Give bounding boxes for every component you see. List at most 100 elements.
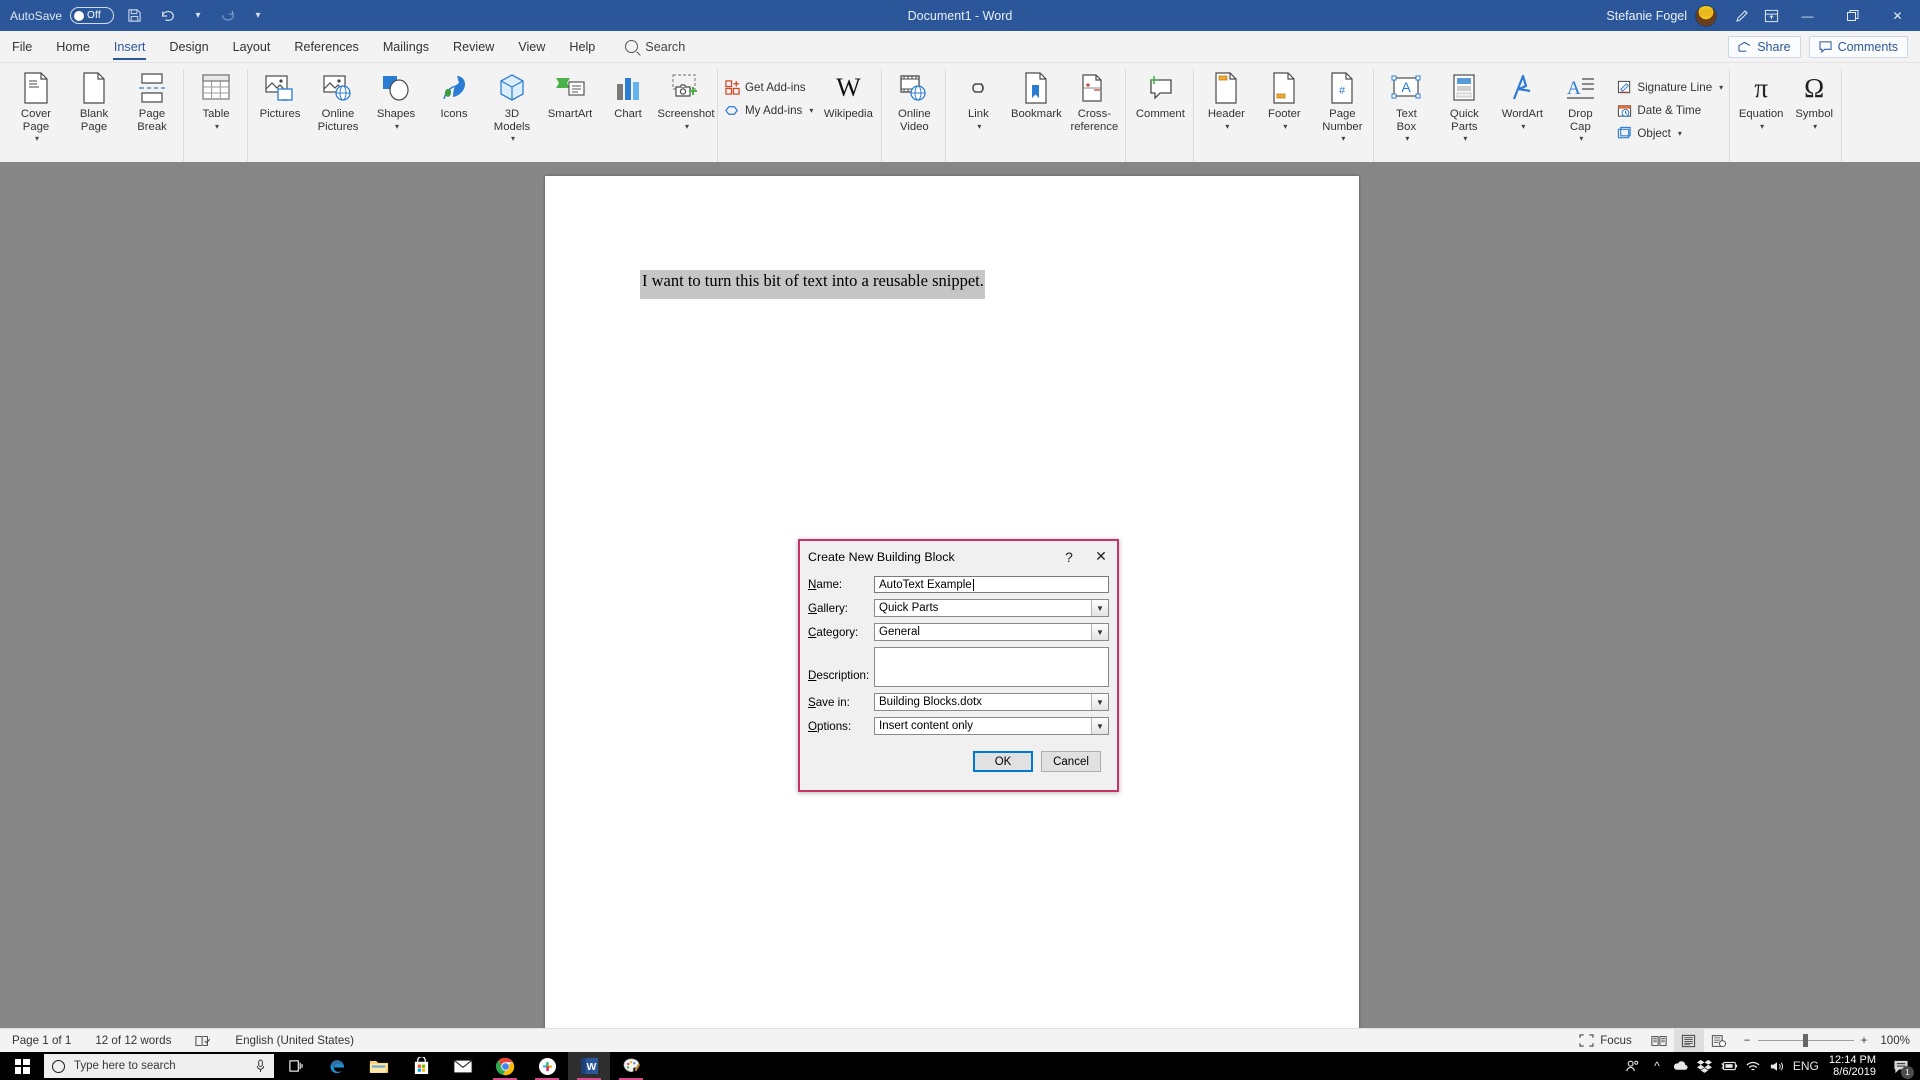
table-button[interactable]: Table ▾ bbox=[187, 68, 245, 135]
mail-icon[interactable] bbox=[442, 1052, 484, 1080]
autosave-toggle[interactable]: Off bbox=[70, 7, 115, 24]
chart-button[interactable]: Chart bbox=[599, 68, 657, 123]
chevron-down-icon[interactable]: ▾ bbox=[215, 121, 219, 134]
tab-layout[interactable]: Layout bbox=[221, 31, 283, 62]
online-video-button[interactable]: Online Video bbox=[885, 68, 943, 135]
3d-models-button[interactable]: 3D Models ▾ bbox=[483, 68, 541, 148]
notification-center-button[interactable]: 1 bbox=[1886, 1052, 1916, 1080]
bookmark-button[interactable]: Bookmark bbox=[1007, 68, 1065, 123]
microsoft-store-icon[interactable] bbox=[400, 1052, 442, 1080]
chevron-down-icon[interactable]: ▼ bbox=[1091, 600, 1108, 616]
object-button[interactable]: Object ▾ bbox=[1613, 122, 1727, 145]
chevron-down-icon[interactable]: ▾ bbox=[1225, 121, 1229, 134]
chevron-down-icon[interactable]: ▾ bbox=[809, 106, 813, 115]
page-break-button[interactable]: Page Break bbox=[123, 68, 181, 135]
search-input[interactable]: Search bbox=[607, 31, 685, 62]
dialog-help-button[interactable]: ? bbox=[1053, 542, 1085, 572]
chevron-down-icon[interactable]: ▾ bbox=[1341, 133, 1345, 146]
chevron-down-icon[interactable]: ▾ bbox=[1678, 129, 1682, 138]
edge-icon[interactable] bbox=[316, 1052, 358, 1080]
chrome-icon[interactable] bbox=[484, 1052, 526, 1080]
document-selected-text[interactable]: I want to turn this bit of text into a r… bbox=[640, 270, 985, 299]
chevron-down-icon[interactable]: ▼ bbox=[1091, 694, 1108, 710]
web-layout-icon[interactable] bbox=[1704, 1029, 1734, 1053]
ribbon-display-options-icon[interactable] bbox=[1757, 3, 1785, 29]
customize-quick-access-icon[interactable]: ▾ bbox=[248, 3, 268, 29]
icons-button[interactable]: Icons bbox=[425, 68, 483, 123]
signature-line-button[interactable]: Signature Line ▾ bbox=[1613, 76, 1727, 99]
chevron-down-icon[interactable]: ▾ bbox=[1813, 121, 1817, 134]
people-icon[interactable] bbox=[1621, 1052, 1645, 1080]
file-explorer-icon[interactable] bbox=[358, 1052, 400, 1080]
chevron-down-icon[interactable]: ▾ bbox=[1463, 133, 1467, 146]
gallery-select[interactable]: Quick Parts ▼ bbox=[874, 599, 1109, 617]
chevron-down-icon[interactable]: ▾ bbox=[395, 121, 399, 134]
minimize-button[interactable]: — bbox=[1785, 0, 1830, 31]
tab-insert[interactable]: Insert bbox=[102, 31, 158, 62]
smartart-button[interactable]: SmartArt bbox=[541, 68, 599, 123]
chevron-down-icon[interactable]: ▾ bbox=[1283, 121, 1287, 134]
language-indicator[interactable]: English (United States) bbox=[223, 1029, 366, 1053]
zoom-in-button[interactable]: + bbox=[1861, 1034, 1868, 1047]
comments-button[interactable]: Comments bbox=[1808, 35, 1908, 58]
options-select[interactable]: Insert content only ▼ bbox=[874, 717, 1109, 735]
language-indicator[interactable]: ENG bbox=[1789, 1052, 1823, 1080]
tab-home[interactable]: Home bbox=[44, 31, 102, 62]
onedrive-icon[interactable] bbox=[1669, 1052, 1693, 1080]
chevron-down-icon[interactable]: ▾ bbox=[1521, 121, 1525, 134]
online-pictures-button[interactable]: Online Pictures bbox=[309, 68, 367, 135]
windows-start-icon[interactable] bbox=[0, 1052, 44, 1080]
dropbox-icon[interactable] bbox=[1693, 1052, 1717, 1080]
drop-cap-button[interactable]: A Drop Cap ▾ bbox=[1551, 68, 1609, 148]
account-name[interactable]: Stefanie Fogel bbox=[1606, 9, 1687, 23]
word-count[interactable]: 12 of 12 words bbox=[83, 1029, 183, 1053]
chevron-down-icon[interactable]: ▾ bbox=[977, 121, 981, 134]
print-layout-icon[interactable] bbox=[1673, 1028, 1704, 1053]
cancel-button[interactable]: Cancel bbox=[1041, 751, 1101, 772]
share-button[interactable]: Share bbox=[1728, 35, 1801, 58]
battery-icon[interactable] bbox=[1717, 1052, 1741, 1080]
chevron-down-icon[interactable]: ▾ bbox=[1760, 121, 1764, 134]
wifi-icon[interactable] bbox=[1741, 1052, 1765, 1080]
zoom-level[interactable]: 100% bbox=[1874, 1034, 1910, 1047]
tab-file[interactable]: File bbox=[0, 31, 44, 62]
footer-button[interactable]: Footer ▾ bbox=[1255, 68, 1313, 135]
chevron-down-icon[interactable]: ▾ bbox=[1719, 83, 1723, 92]
dialog-close-button[interactable]: ✕ bbox=[1085, 542, 1117, 572]
close-button[interactable]: ✕ bbox=[1875, 0, 1920, 31]
text-box-button[interactable]: A Text Box ▾ bbox=[1377, 68, 1435, 148]
symbol-button[interactable]: Ω Symbol ▾ bbox=[1789, 68, 1839, 135]
date-time-button[interactable]: Date & Time bbox=[1613, 99, 1727, 122]
zoom-slider[interactable]: − + 100% bbox=[1734, 1034, 1920, 1047]
read-mode-icon[interactable] bbox=[1644, 1029, 1674, 1053]
restore-button[interactable] bbox=[1830, 0, 1875, 31]
zoom-thumb[interactable] bbox=[1802, 1034, 1808, 1047]
description-input[interactable] bbox=[874, 647, 1109, 687]
chevron-down-icon[interactable]: ▾ bbox=[511, 133, 515, 146]
zoom-track[interactable] bbox=[1757, 1034, 1854, 1047]
chevron-down-icon[interactable]: ▾ bbox=[1405, 133, 1409, 146]
paint-icon[interactable] bbox=[610, 1052, 652, 1080]
pictures-button[interactable]: Pictures bbox=[251, 68, 309, 123]
category-select[interactable]: General ▼ bbox=[874, 623, 1109, 641]
header-button[interactable]: Header ▾ bbox=[1197, 68, 1255, 135]
shapes-button[interactable]: Shapes ▾ bbox=[367, 68, 425, 135]
tab-references[interactable]: References bbox=[282, 31, 370, 62]
slack-icon[interactable] bbox=[526, 1052, 568, 1080]
get-add-ins-button[interactable]: Get Add-ins bbox=[721, 76, 817, 99]
save-in-select[interactable]: Building Blocks.dotx ▼ bbox=[874, 693, 1109, 711]
avatar[interactable] bbox=[1695, 4, 1717, 27]
cover-page-button[interactable]: Cover Page ▾ bbox=[7, 68, 65, 148]
undo-dropdown-icon[interactable]: ▾ bbox=[188, 3, 208, 29]
wordart-button[interactable]: WordArt ▾ bbox=[1493, 68, 1551, 135]
clock[interactable]: 12:14 PM 8/6/2019 bbox=[1823, 1054, 1886, 1078]
undo-icon[interactable] bbox=[154, 3, 182, 29]
comment-button[interactable]: Comment bbox=[1129, 68, 1191, 123]
name-input[interactable]: AutoText Example bbox=[874, 576, 1109, 593]
equation-button[interactable]: π Equation ▾ bbox=[1733, 68, 1789, 135]
chevron-down-icon[interactable]: ▼ bbox=[1091, 624, 1108, 640]
chevron-down-icon[interactable]: ▾ bbox=[35, 133, 39, 146]
cross-reference-button[interactable]: Cross- reference bbox=[1065, 68, 1123, 135]
tab-help[interactable]: Help bbox=[557, 31, 607, 62]
redo-icon[interactable] bbox=[214, 3, 242, 29]
